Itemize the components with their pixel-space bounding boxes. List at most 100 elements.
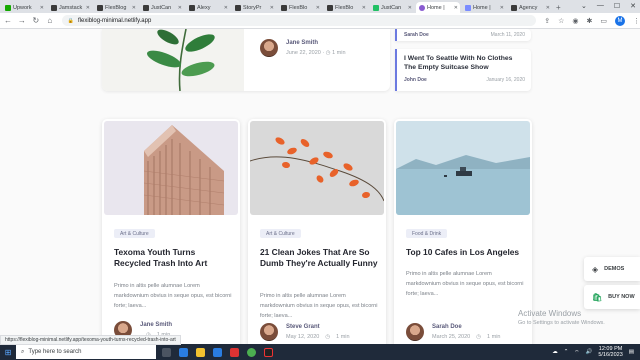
buy-now-label: BUY NOW [608, 294, 635, 300]
close-tab-icon[interactable]: ✕ [224, 5, 228, 11]
browser-tab[interactable]: JustCan ✕ [370, 2, 414, 13]
forward-icon[interactable]: → [16, 16, 28, 25]
windows-start-icon[interactable]: ⊞ [0, 344, 16, 360]
sidebar-icon[interactable]: ▭ [600, 17, 607, 25]
featured-post-card[interactable]: Jane Smith June 22, 2020 · ◷ 1 min [102, 29, 390, 91]
author-name[interactable]: Steve Grant [286, 324, 350, 330]
browser-tab[interactable]: Agency ✕ [508, 2, 552, 13]
browser-tab[interactable]: Upwork ✕ [2, 2, 46, 13]
activate-windows-watermark: Activate Windows Go to Settings to activ… [518, 309, 605, 326]
author-avatar[interactable] [260, 323, 278, 341]
post-title[interactable]: 21 Clean Jokes That Are So Dumb They're … [260, 247, 378, 269]
recorder-icon[interactable] [264, 347, 273, 357]
close-tab-icon[interactable]: ✕ [316, 5, 320, 11]
close-tab-icon[interactable]: ✕ [362, 5, 366, 11]
browser-tab[interactable]: FlexBlo ✕ [324, 2, 368, 13]
menu-kebab-icon[interactable]: ⋮ [633, 17, 640, 25]
browser-tab[interactable]: Home | ✕ [462, 2, 506, 13]
browser-tab[interactable]: Alexy ✕ [186, 2, 230, 13]
side-post-card[interactable]: Sarah Doe March 11, 2020 [395, 29, 531, 41]
address-toolbar: ← → ↻ ⌂ 🔒 flexiblog-minimal.netlify.app … [0, 13, 640, 29]
task-view-icon[interactable] [162, 347, 171, 357]
browser-tab[interactable]: FlexBlo ✕ [278, 2, 322, 13]
notifications-icon[interactable]: ▤ [629, 349, 634, 355]
close-tab-icon[interactable]: ✕ [178, 5, 182, 11]
category-badge[interactable]: Art & Culture [260, 229, 301, 238]
chrome-icon[interactable] [247, 347, 256, 357]
bookmark-star-icon[interactable]: ☆ [558, 17, 564, 25]
author-avatar[interactable] [260, 39, 278, 57]
close-tab-icon[interactable]: ✕ [86, 5, 90, 11]
post-card[interactable]: Art & Culture Texoma Youth Turns Recycle… [102, 119, 240, 344]
category-badge[interactable]: Food & Drink [406, 229, 448, 238]
close-tab-icon[interactable]: ✕ [408, 5, 412, 11]
read-time: 1 min [336, 334, 350, 340]
app-icon[interactable] [179, 347, 188, 357]
browser-tab-active[interactable]: Home | ✕ [416, 2, 460, 13]
tab-label: JustCan [381, 4, 402, 11]
close-tab-icon[interactable]: ✕ [546, 5, 550, 11]
url-bar[interactable]: 🔒 flexiblog-minimal.netlify.app [61, 15, 537, 26]
extension-icon[interactable]: ◉ [572, 17, 578, 25]
lock-icon[interactable]: 🔒 [68, 18, 74, 24]
post-title[interactable]: Texoma Youth Turns Recycled Trash Into A… [114, 247, 232, 269]
close-tab-icon[interactable]: ✕ [270, 5, 274, 11]
clock[interactable]: 12:09 PM 5/16/2023 [598, 346, 622, 358]
app-icon[interactable] [230, 347, 239, 357]
close-tab-icon[interactable]: ✕ [454, 5, 458, 11]
post-date: January 16, 2020 [486, 77, 525, 83]
browser-tab[interactable]: StoryPr ✕ [232, 2, 276, 13]
lake-boat-illustration [396, 121, 530, 215]
reload-icon[interactable]: ↻ [30, 16, 42, 25]
author-name[interactable]: Jane Smith [286, 40, 346, 46]
activate-subtext: Go to Settings to activate Windows. [518, 320, 605, 326]
buy-now-button[interactable]: 🛍 BUY NOW [584, 285, 640, 309]
category-badge[interactable]: Art & Culture [114, 229, 155, 238]
browser-tab[interactable]: FlexBlog ✕ [94, 2, 138, 13]
favicon-icon [281, 4, 287, 11]
browser-tab[interactable]: JustCan ✕ [140, 2, 184, 13]
post-title[interactable]: I Went To Seattle With No Clothes The Em… [397, 49, 531, 72]
post-card[interactable]: Food & Drink Top 10 Cafes in Los Angeles… [394, 119, 532, 344]
side-post-card[interactable]: I Went To Seattle With No Clothes The Em… [395, 49, 531, 91]
store-icon[interactable] [213, 347, 222, 357]
file-explorer-icon[interactable] [196, 347, 205, 357]
minimize-icon[interactable]: — [597, 2, 604, 10]
favicon-icon [51, 4, 57, 11]
demos-button[interactable]: ◈ DEMOS [584, 257, 640, 281]
chevron-up-icon[interactable]: ⌃ [564, 349, 569, 355]
author-name[interactable]: Jane Smith [140, 322, 172, 328]
home-icon[interactable]: ⌂ [44, 16, 56, 25]
tab-label: Home | [427, 4, 445, 11]
tab-label: Alexy [197, 4, 211, 11]
tab-label: StoryPr [243, 4, 262, 11]
search-placeholder: Type here to search [28, 349, 82, 355]
close-window-icon[interactable]: ✕ [630, 2, 636, 10]
extensions-puzzle-icon[interactable]: ✱ [586, 17, 592, 25]
clock-date: 5/16/2023 [598, 352, 623, 358]
post-date: March 25, 2020 [432, 334, 471, 340]
browser-tab[interactable]: Jamstack ✕ [48, 2, 92, 13]
close-tab-icon[interactable]: ✕ [500, 5, 504, 11]
close-tab-icon[interactable]: ✕ [40, 5, 44, 11]
volume-icon[interactable]: 🔊 [585, 349, 592, 355]
post-card[interactable]: Art & Culture 21 Clean Jokes That Are So… [248, 119, 386, 344]
close-tab-icon[interactable]: ✕ [132, 5, 136, 11]
post-title[interactable]: Top 10 Cafes in Los Angeles [406, 247, 524, 258]
read-time: 1 min [332, 50, 346, 56]
favicon-icon [235, 4, 241, 11]
author-avatar[interactable] [406, 323, 424, 341]
author-name[interactable]: John Doe [404, 77, 427, 83]
author-name[interactable]: Sarah Doe [432, 324, 500, 330]
author-name[interactable]: Sarah Doe [404, 32, 429, 38]
profile-avatar[interactable]: M [614, 15, 625, 26]
tab-search-icon[interactable]: ⌄ [581, 2, 587, 10]
maximize-icon[interactable]: ☐ [614, 2, 620, 10]
new-tab-icon[interactable]: + [556, 3, 561, 12]
network-icon[interactable]: ⌔ [574, 349, 579, 356]
share-icon[interactable]: ⇪ [544, 17, 550, 25]
back-icon[interactable]: ← [2, 16, 14, 25]
weather-icon[interactable]: ☁ [552, 349, 558, 355]
url-text: flexiblog-minimal.netlify.app [78, 17, 152, 24]
taskbar-search[interactable]: ⌕ Type here to search [16, 345, 156, 359]
